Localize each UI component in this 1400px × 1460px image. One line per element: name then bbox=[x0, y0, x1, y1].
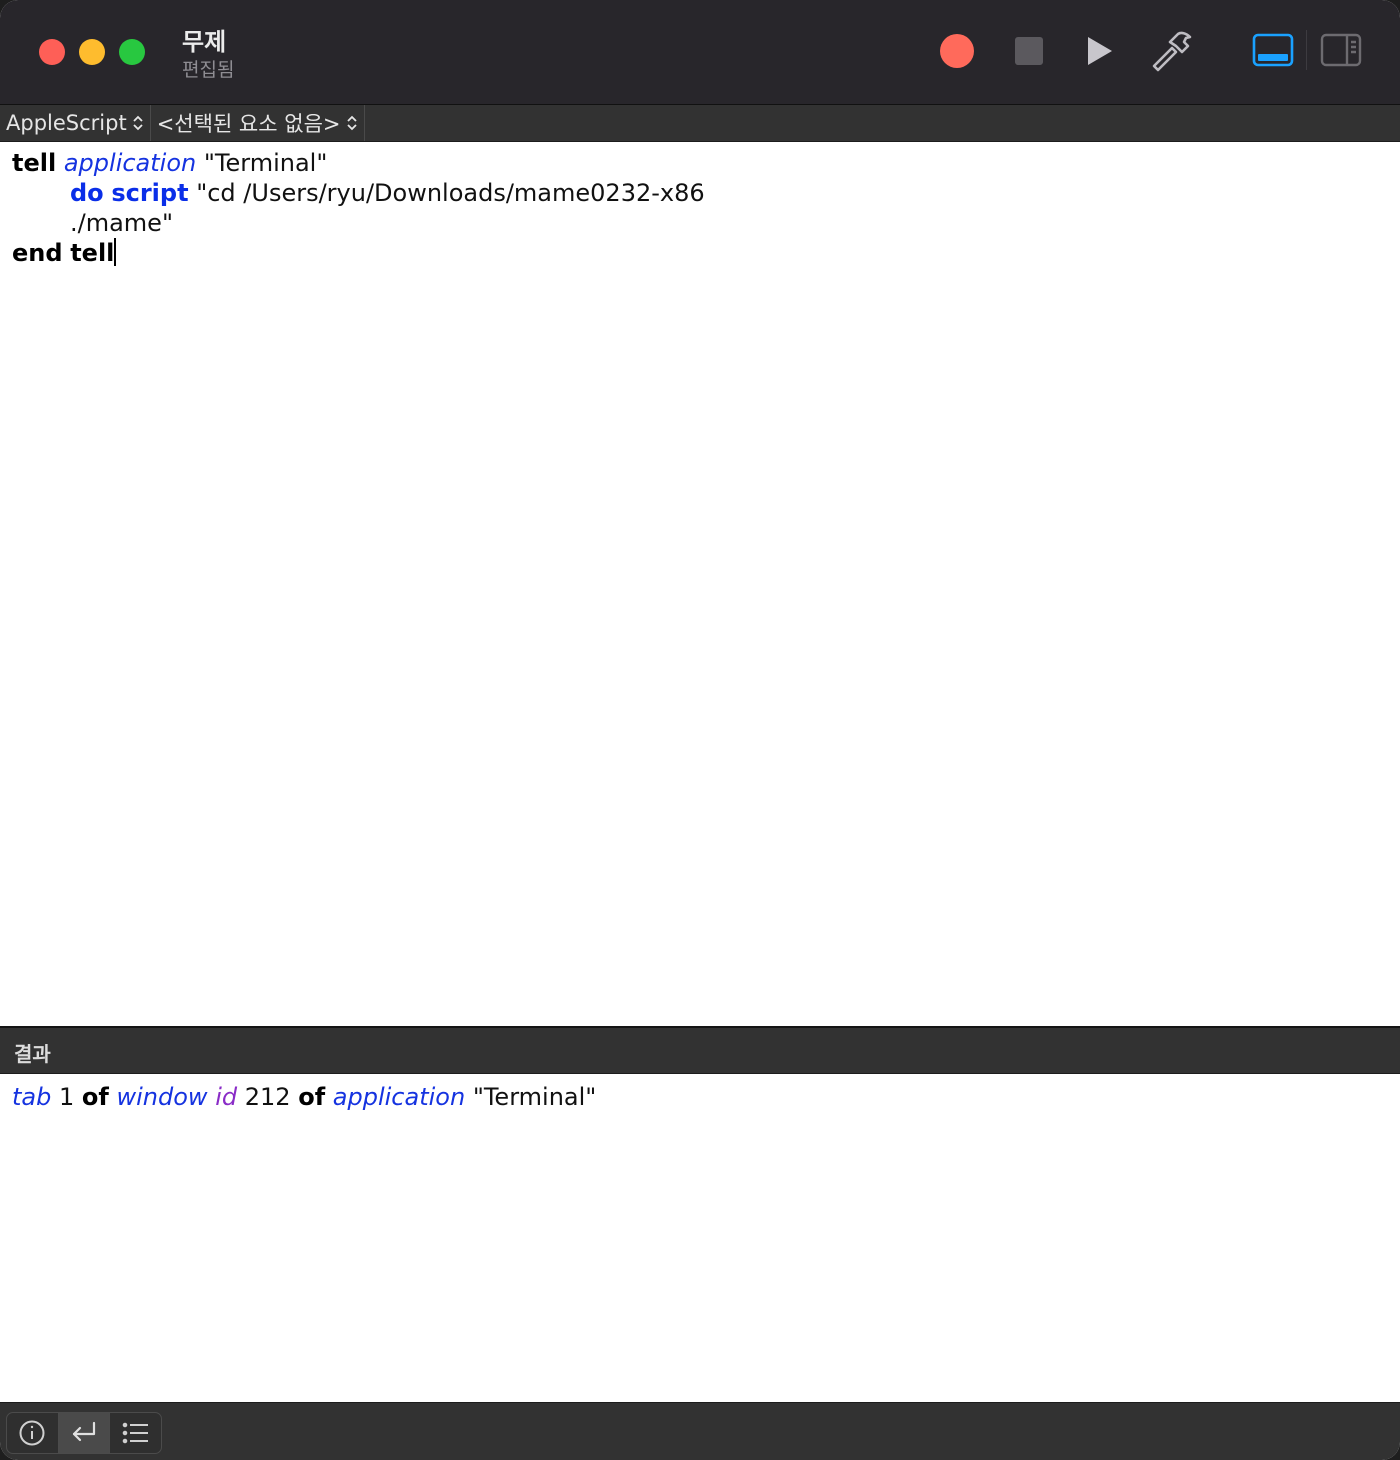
run-button[interactable] bbox=[1078, 30, 1120, 72]
return-arrow-icon bbox=[72, 1421, 96, 1442]
bottom-bar bbox=[0, 1402, 1400, 1460]
hammer-icon bbox=[1152, 31, 1192, 72]
element-popup[interactable]: <선택된 요소 없음> bbox=[151, 105, 365, 141]
sidebar-icon bbox=[1320, 33, 1362, 67]
log-view-button[interactable] bbox=[110, 1413, 161, 1453]
toolbar-separator bbox=[1306, 30, 1307, 70]
code-line-1: tell application "Terminal" bbox=[12, 149, 328, 177]
result-header: 결과 bbox=[0, 1028, 1400, 1074]
play-icon bbox=[1088, 37, 1112, 65]
code-line-3: ./mame" bbox=[70, 209, 173, 237]
compile-button[interactable] bbox=[1148, 26, 1196, 74]
script-editor-window: 무제 편집됨 AppleScript <선택된 요소 없음> tell appl… bbox=[0, 0, 1400, 1460]
info-icon bbox=[19, 1420, 45, 1446]
stop-icon bbox=[1015, 37, 1043, 65]
minimize-window-button[interactable] bbox=[79, 39, 105, 65]
close-window-button[interactable] bbox=[39, 39, 65, 65]
text-cursor bbox=[114, 238, 117, 266]
stop-button[interactable] bbox=[1008, 30, 1050, 72]
list-icon bbox=[122, 1422, 148, 1444]
code-line-2: do script "cd /Users/ryu/Downloads/mame0… bbox=[70, 179, 705, 207]
result-value: tab 1 of window id 212 of application "T… bbox=[12, 1083, 597, 1111]
bottom-panel-icon bbox=[1252, 33, 1294, 67]
language-popup[interactable]: AppleScript bbox=[0, 105, 151, 141]
document-title: 무제 bbox=[182, 28, 227, 56]
title-bar: 무제 편집됨 bbox=[0, 0, 1400, 105]
record-button[interactable] bbox=[936, 30, 978, 72]
up-down-chevron-icon bbox=[133, 115, 143, 131]
up-down-chevron-icon bbox=[346, 115, 357, 131]
code-line-4: end tell bbox=[12, 238, 117, 267]
toggle-results-pane-button[interactable] bbox=[1252, 32, 1294, 68]
script-editor[interactable]: tell application "Terminal" do script "c… bbox=[0, 142, 1400, 1026]
result-pane[interactable]: tab 1 of window id 212 of application "T… bbox=[0, 1074, 1400, 1402]
description-view-button[interactable] bbox=[7, 1413, 59, 1453]
view-segmented-control bbox=[6, 1412, 162, 1454]
result-view-button[interactable] bbox=[58, 1413, 111, 1453]
zoom-window-button[interactable] bbox=[119, 39, 145, 65]
toggle-sidebar-button[interactable] bbox=[1320, 32, 1362, 68]
document-status: 편집됨 bbox=[182, 59, 235, 81]
element-label: <선택된 요소 없음> bbox=[156, 112, 341, 136]
record-icon bbox=[940, 34, 974, 68]
navigation-bar: AppleScript <선택된 요소 없음> bbox=[0, 105, 1400, 142]
result-title: 결과 bbox=[14, 1042, 51, 1066]
language-label: AppleScript bbox=[6, 111, 127, 135]
